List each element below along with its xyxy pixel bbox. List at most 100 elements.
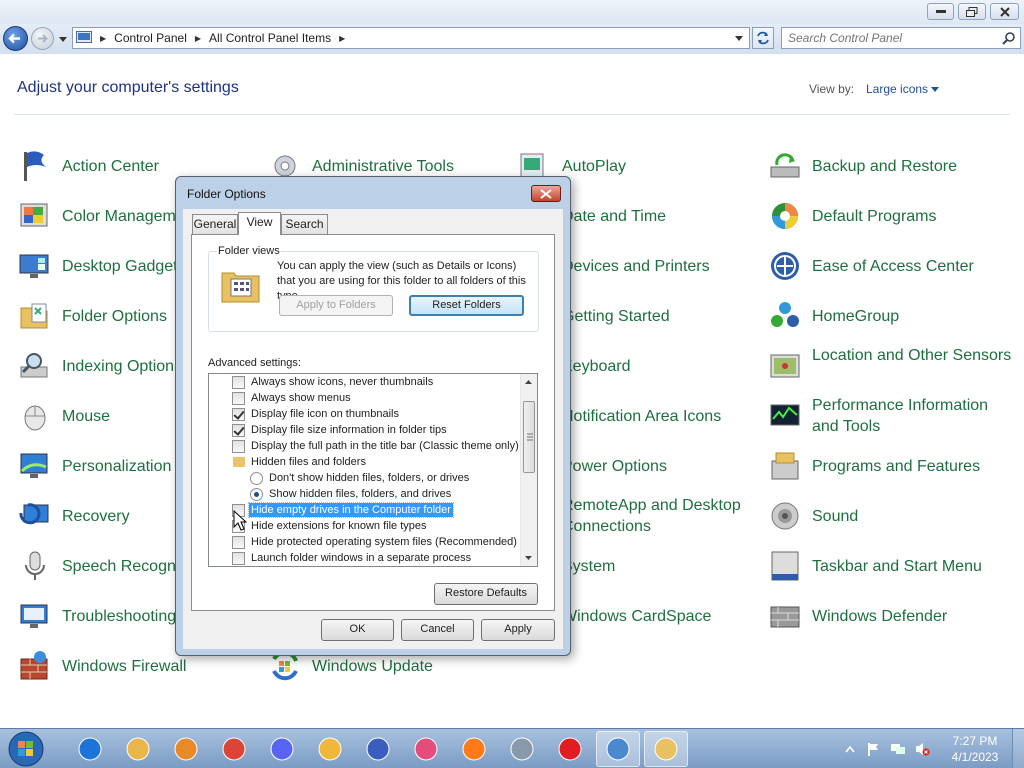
advanced-setting-row[interactable]: Hide empty drives in the Computer folder: [209, 502, 521, 518]
indexing-icon: [20, 353, 48, 378]
launcher-taskbar-button[interactable]: [356, 731, 400, 767]
media-player-taskbar-button[interactable]: [164, 731, 208, 767]
advanced-setting-row[interactable]: Display the full path in the title bar (…: [209, 438, 521, 454]
advanced-setting-row[interactable]: Always show icons, never thumbnails: [209, 374, 521, 390]
folder-views-group: Folder views You can apply the view (suc…: [208, 245, 539, 332]
cp-item-backup-and-restore[interactable]: Backup and Restore: [768, 145, 1008, 191]
advanced-setting-row[interactable]: Launch folder windows in a separate proc…: [209, 550, 521, 566]
clock-date[interactable]: 4/1/2023: [945, 750, 1005, 764]
windows-explorer-taskbar-button[interactable]: [116, 731, 160, 767]
cp-item-label: Windows CardSpace: [562, 608, 712, 625]
folder-options-taskbar-button[interactable]: [644, 731, 688, 767]
search-icon[interactable]: [1002, 31, 1016, 45]
cp-item-label: HomeGroup: [812, 308, 900, 325]
opera-gx-taskbar-button[interactable]: [404, 731, 448, 767]
opera-taskbar-button[interactable]: [548, 731, 592, 767]
setting-checkbox[interactable]: [232, 392, 245, 405]
reset-folders-button[interactable]: Reset Folders: [409, 295, 524, 316]
cp-item-sound[interactable]: Sound: [768, 495, 1008, 541]
advanced-setting-row[interactable]: Always show menus: [209, 390, 521, 406]
apply-to-folders-button[interactable]: Apply to Folders: [279, 295, 393, 316]
advanced-setting-row[interactable]: Display file size information in folder …: [209, 422, 521, 438]
setting-checkbox[interactable]: [232, 536, 245, 549]
ok-button[interactable]: OK: [321, 619, 394, 641]
start-button[interactable]: [6, 729, 46, 768]
clock-time[interactable]: 7:27 PM: [945, 734, 1005, 748]
back-button[interactable]: [3, 26, 28, 51]
opera-gx-icon: [414, 737, 438, 761]
restore-defaults-button[interactable]: Restore Defaults: [434, 583, 538, 605]
setting-checkbox[interactable]: [232, 408, 245, 421]
cp-item-windows-defender[interactable]: Windows Defender: [768, 595, 1008, 641]
setting-checkbox[interactable]: [232, 376, 245, 389]
network-icon[interactable]: [890, 742, 906, 756]
breadcrumb-arrow-icon[interactable]: ▶: [339, 34, 345, 43]
folder-views-legend: Folder views: [217, 245, 281, 257]
show-desktop-button[interactable]: [1012, 729, 1024, 768]
address-dropdown-icon[interactable]: [735, 36, 743, 42]
breadcrumb-arrow-icon[interactable]: ▶: [100, 34, 106, 43]
address-bar[interactable]: ▶ Control Panel ▶ All Control Panel Item…: [72, 27, 750, 49]
advanced-setting-row[interactable]: Hide protected operating system files (R…: [209, 534, 521, 550]
scrollbar-thumb[interactable]: [523, 401, 535, 473]
cp-item-default-programs[interactable]: Default Programs: [768, 195, 1008, 241]
breadcrumb-arrow-icon[interactable]: ▶: [195, 34, 201, 43]
cp-item-label: Indexing Option: [62, 358, 175, 375]
chrome-taskbar-button[interactable]: [212, 731, 256, 767]
tab-search[interactable]: Search: [281, 214, 328, 234]
setting-radio[interactable]: [250, 488, 263, 501]
advanced-setting-row[interactable]: Don't show hidden files, folders, or dri…: [209, 470, 521, 486]
setting-checkbox[interactable]: [232, 552, 245, 565]
close-window-button[interactable]: [990, 3, 1019, 20]
internet-explorer-taskbar-button[interactable]: [68, 731, 112, 767]
cp-item-location-sensors[interactable]: Location and Other Sensors: [768, 345, 1011, 391]
breadcrumb-control-panel[interactable]: Control Panel: [114, 31, 187, 45]
cp-item-label: Windows Update: [312, 658, 433, 675]
keepass-taskbar-button[interactable]: [308, 731, 352, 767]
advanced-setting-row[interactable]: Show hidden files, folders, and drives: [209, 486, 521, 502]
cancel-button[interactable]: Cancel: [401, 619, 474, 641]
cp-item-label: Sound: [812, 508, 859, 525]
tab-view[interactable]: View: [238, 212, 281, 235]
search-box: [781, 27, 1021, 49]
scroll-up-icon[interactable]: [521, 374, 536, 390]
minimize-button[interactable]: [927, 3, 954, 20]
tab-general[interactable]: General: [192, 214, 238, 234]
discord-taskbar-button[interactable]: [260, 731, 304, 767]
firefox-taskbar-button[interactable]: [452, 731, 496, 767]
setting-checkbox[interactable]: [232, 424, 245, 437]
advanced-setting-row[interactable]: Display file icon on thumbnails: [209, 406, 521, 422]
control-panel-taskbar-button[interactable]: [596, 731, 640, 767]
view-by-dropdown[interactable]: Large icons: [866, 82, 928, 96]
forward-button[interactable]: [31, 27, 54, 50]
cp-item-taskbar-start-menu[interactable]: Taskbar and Start Menu: [768, 545, 1008, 591]
volume-muted-icon[interactable]: [914, 741, 930, 757]
refresh-button[interactable]: [752, 27, 774, 49]
cp-item-performance-info[interactable]: Performance Information and Tools: [768, 395, 1008, 441]
advanced-setting-row[interactable]: Hidden files and folders: [209, 454, 521, 470]
cp-item-ease-of-access[interactable]: Ease of Access Center: [768, 245, 1008, 291]
restore-button[interactable]: [958, 3, 986, 20]
cp-item-label: Getting Started: [562, 308, 670, 325]
setting-radio[interactable]: [250, 472, 263, 485]
breadcrumb-all-items[interactable]: All Control Panel Items: [209, 31, 331, 45]
setting-checkbox[interactable]: [232, 440, 245, 453]
search-input[interactable]: [788, 30, 988, 46]
folder-views-icon: [221, 272, 260, 303]
advanced-setting-row[interactable]: Hide extensions for known file types: [209, 518, 521, 534]
dialog-close-button[interactable]: [531, 185, 561, 202]
advanced-settings-scrollbar[interactable]: [520, 374, 537, 566]
fax-scan-taskbar-button[interactable]: [500, 731, 544, 767]
show-hidden-icons-icon[interactable]: [845, 745, 855, 753]
cp-item-homegroup[interactable]: HomeGroup: [768, 295, 1008, 341]
action-center-flag-icon[interactable]: [866, 742, 880, 756]
apply-button[interactable]: Apply: [481, 619, 555, 641]
discord-icon: [270, 737, 294, 761]
view-by-arrow-icon[interactable]: [931, 87, 939, 92]
scroll-down-icon[interactable]: [521, 550, 536, 566]
cp-item-programs-features[interactable]: Programs and Features: [768, 445, 1008, 491]
recent-pages-dropdown-icon[interactable]: [59, 37, 67, 43]
close-icon: [999, 6, 1010, 17]
advanced-setting-label: Hide extensions for known file types: [251, 520, 427, 532]
advanced-setting-label: Hide protected operating system files (R…: [251, 536, 517, 548]
